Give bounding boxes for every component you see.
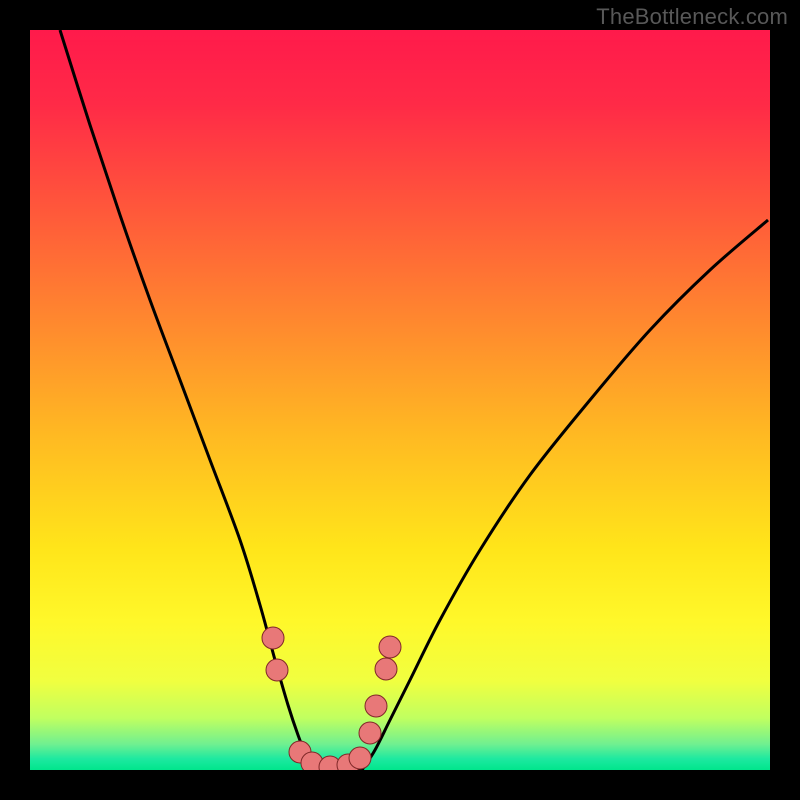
- scatter-point: [375, 658, 397, 680]
- chart-frame: TheBottleneck.com: [0, 0, 800, 800]
- scatter-point: [365, 695, 387, 717]
- right-curve: [362, 220, 768, 770]
- scatter-point: [262, 627, 284, 649]
- scatter-point: [359, 722, 381, 744]
- curve-layer: [30, 30, 770, 770]
- plot-area: [30, 30, 770, 770]
- scatter-point: [349, 747, 371, 769]
- scatter-point: [266, 659, 288, 681]
- scatter-points: [262, 627, 401, 770]
- scatter-point: [379, 636, 401, 658]
- watermark-text: TheBottleneck.com: [596, 4, 788, 30]
